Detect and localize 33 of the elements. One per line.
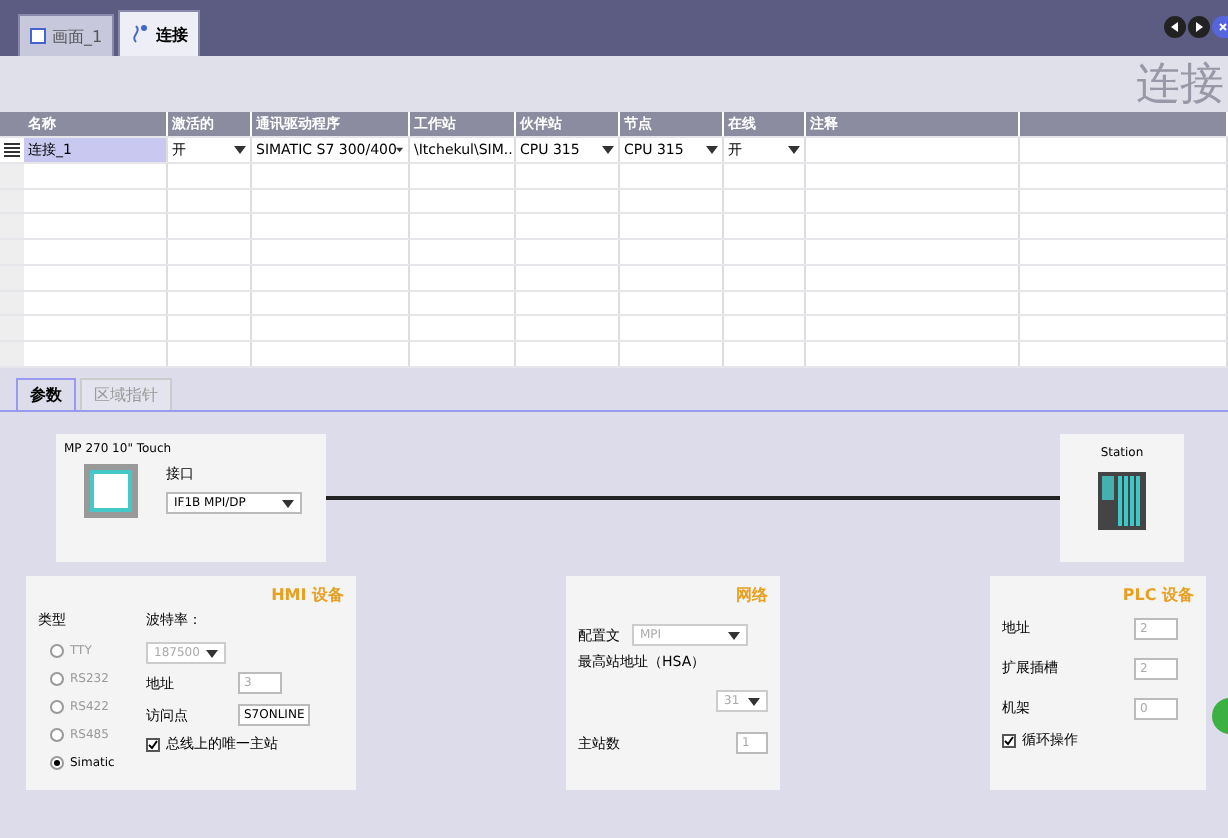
panel-title: 网络	[734, 584, 768, 606]
checkbox[interactable]	[1002, 733, 1016, 747]
panel-title: PLC 设备	[1120, 584, 1194, 606]
caret-icon	[748, 697, 760, 705]
editor-tab[interactable]: 画面_1	[18, 14, 115, 56]
plc-rack-icon	[1098, 472, 1146, 530]
editor-tab[interactable]: 连接	[118, 10, 201, 56]
caret-icon	[728, 631, 740, 639]
next-icon[interactable]	[1188, 16, 1210, 38]
row-handle-icon[interactable]	[0, 137, 24, 162]
parameter-tab[interactable]: 参数	[16, 378, 76, 410]
caret-icon	[234, 145, 246, 154]
caret-icon	[706, 145, 718, 154]
caret-icon	[282, 499, 294, 507]
caret-icon	[396, 145, 404, 154]
previous-icon[interactable]	[1164, 16, 1186, 38]
screen-icon	[30, 28, 46, 44]
caret-icon	[602, 145, 614, 154]
radio-button[interactable]	[50, 699, 64, 713]
caret-icon	[206, 649, 218, 657]
radio-button[interactable]	[50, 643, 64, 657]
connection-icon	[130, 24, 151, 44]
editor-title: 连接	[1136, 58, 1224, 114]
corner-header	[0, 112, 24, 136]
checkbox[interactable]	[146, 737, 160, 751]
touch-panel-icon	[84, 464, 138, 518]
radio-button[interactable]	[50, 671, 64, 685]
caret-icon	[788, 145, 800, 154]
radio-button[interactable]	[50, 727, 64, 741]
close-icon[interactable]	[1212, 16, 1228, 38]
radio-button[interactable]	[50, 755, 64, 769]
parameter-tab[interactable]: 区域指针	[80, 378, 172, 410]
panel-title: HMI 设备	[269, 584, 344, 606]
